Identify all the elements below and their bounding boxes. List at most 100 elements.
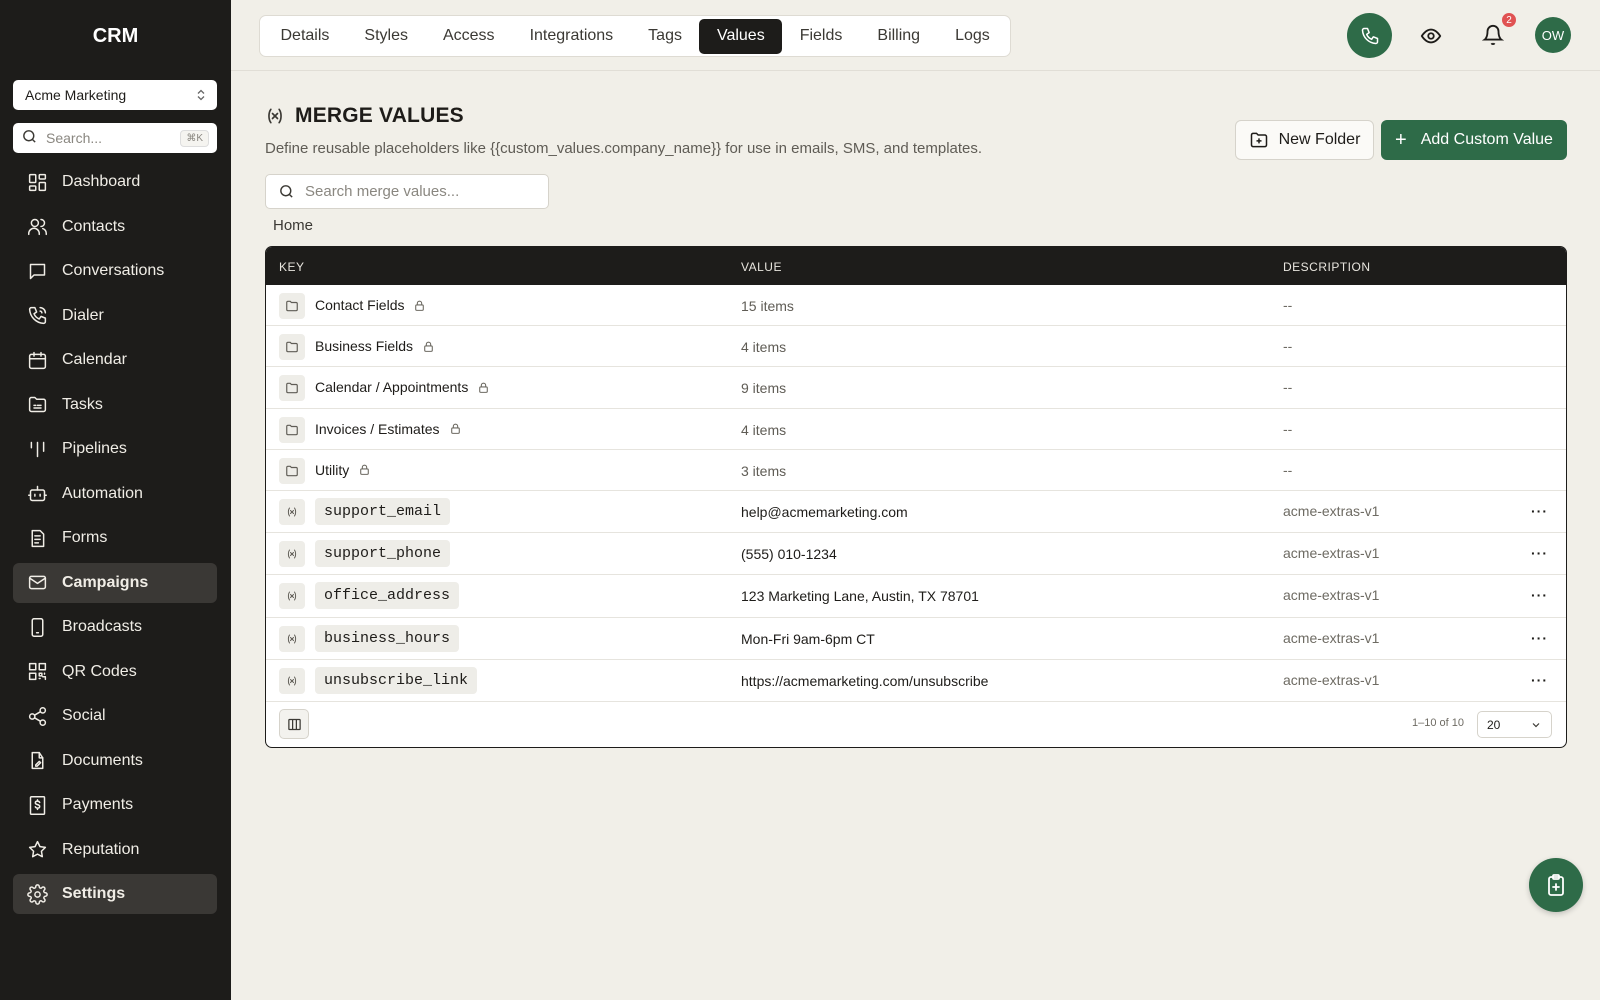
more-options-icon[interactable]: ··· <box>1531 503 1548 519</box>
column-toggle-button[interactable] <box>279 709 309 739</box>
forms-icon <box>26 527 48 549</box>
table-row[interactable]: Business Fields 4 items -- <box>266 326 1566 368</box>
sidebar-item-contacts[interactable]: Contacts <box>13 207 217 247</box>
column-header-description[interactable]: DESCRIPTION <box>1283 260 1371 274</box>
notifications-button[interactable] <box>1481 23 1505 47</box>
sidebar-item-label: Automation <box>62 484 143 502</box>
sidebar: CRM Acme Marketing Search... ⌘K Dashboar… <box>0 0 231 1000</box>
description: acme-extras-v1 <box>1283 502 1380 519</box>
table-header: KEY VALUE DESCRIPTION <box>266 247 1566 285</box>
table-row[interactable]: Calendar / Appointments 9 items -- <box>266 367 1566 409</box>
account-switcher[interactable]: Acme Marketing <box>13 80 217 110</box>
tab-access[interactable]: Access <box>425 19 512 54</box>
sidebar-item-social[interactable]: Social <box>13 696 217 736</box>
column-header-key[interactable]: KEY <box>279 260 305 274</box>
breadcrumb[interactable]: Home <box>273 217 313 234</box>
sidebar-item-label: Conversations <box>62 262 165 279</box>
tab-integrations[interactable]: Integrations <box>512 19 631 54</box>
settings-tabs: Details Styles Access Integrations Tags … <box>259 15 1012 57</box>
sidebar-item-dashboard[interactable]: Dashboard <box>13 162 217 202</box>
table-row[interactable]: Contact Fields 15 items -- <box>266 285 1566 327</box>
folder-plus-icon <box>1250 132 1267 148</box>
search-icon <box>280 185 293 198</box>
value-text: (555) 010-1234 <box>741 546 837 563</box>
star-icon <box>26 839 48 861</box>
add-custom-value-button[interactable]: + Add Custom Value <box>1381 120 1567 160</box>
value-text: Mon-Fri 9am-6pm CT <box>741 630 875 647</box>
sidebar-item-label: Dialer <box>62 306 104 324</box>
value-text: help@acmemarketing.com <box>741 503 908 520</box>
tab-styles[interactable]: Styles <box>347 19 426 54</box>
value-text: 123 Marketing Lane, Austin, TX 78701 <box>741 588 979 605</box>
item-count: 9 items <box>741 380 787 397</box>
sidebar-item-pipelines[interactable]: Pipelines <box>13 429 217 469</box>
table-row[interactable]: Utility 3 items -- <box>266 450 1566 491</box>
folder-name: Business Fields <box>315 338 435 354</box>
avatar[interactable]: OW <box>1535 17 1571 53</box>
value-key: business_hours <box>315 624 460 652</box>
value-key: office_address <box>315 582 460 610</box>
sidebar-search-placeholder: Search... <box>46 130 103 146</box>
page-subtitle: Define reusable placeholders like {{cust… <box>265 140 983 157</box>
table-row[interactable]: support_email help@acmemarketing.com acm… <box>266 491 1566 534</box>
sidebar-item-label: Pipelines <box>62 440 127 457</box>
description: -- <box>1283 420 1293 437</box>
folder-name: Calendar / Appointments <box>315 379 490 395</box>
more-options-icon[interactable]: ··· <box>1531 630 1548 646</box>
more-options-icon[interactable]: ··· <box>1531 587 1548 603</box>
sidebar-item-dialer[interactable]: Dialer <box>13 296 217 336</box>
new-folder-button[interactable]: New Folder <box>1235 120 1374 160</box>
clipboard-action-button[interactable] <box>1529 858 1583 912</box>
sidebar-item-label: Social <box>62 707 106 724</box>
preview-button[interactable] <box>1419 24 1443 48</box>
sidebar-item-broadcasts[interactable]: Broadcasts <box>13 607 217 647</box>
account-name: Acme Marketing <box>25 87 127 103</box>
sidebar-item-tasks[interactable]: Tasks <box>13 385 217 425</box>
folder-name-text: Invoices / Estimates <box>315 420 440 437</box>
merge-values-table: KEY VALUE DESCRIPTION Contact Fields 15 … <box>265 246 1567 748</box>
tab-tags[interactable]: Tags <box>631 19 700 54</box>
dashboard-icon <box>26 171 48 193</box>
sidebar-item-reputation[interactable]: Reputation <box>13 830 217 870</box>
sidebar-item-label: QR Codes <box>62 662 137 680</box>
sidebar-item-campaigns[interactable]: Campaigns <box>13 562 217 603</box>
sidebar-item-qr-codes[interactable]: QR Codes <box>13 652 217 692</box>
more-options-icon[interactable]: ··· <box>1531 672 1548 688</box>
item-count: 15 items <box>741 298 794 314</box>
table-row[interactable]: office_address 123 Marketing Lane, Austi… <box>266 575 1566 618</box>
share-icon <box>26 705 48 727</box>
table-row[interactable]: business_hours Mon-Fri 9am-6pm CT acme-e… <box>266 618 1566 660</box>
sidebar-item-documents[interactable]: Documents <box>13 741 217 781</box>
folder-icon <box>279 457 305 484</box>
description: -- <box>1283 461 1293 478</box>
folder-name-text: Utility <box>315 461 350 478</box>
sidebar-item-automation[interactable]: Automation <box>13 474 217 514</box>
gear-icon <box>26 883 48 905</box>
sidebar-item-conversations[interactable]: Conversations <box>13 251 217 291</box>
chevron-down-icon <box>1532 722 1540 727</box>
column-header-value[interactable]: VALUE <box>741 260 782 274</box>
folder-name-text: Calendar / Appointments <box>315 379 469 396</box>
columns-icon <box>287 718 301 730</box>
folder-name: Contact Fields <box>315 297 426 313</box>
sidebar-search[interactable]: Search... ⌘K <box>13 123 217 153</box>
tab-details[interactable]: Details <box>263 19 347 54</box>
tab-values[interactable]: Values <box>699 18 783 54</box>
call-button[interactable] <box>1347 13 1392 58</box>
search-input[interactable] <box>305 183 525 200</box>
tab-fields[interactable]: Fields <box>782 19 860 54</box>
tab-billing[interactable]: Billing <box>860 19 938 54</box>
sidebar-item-calendar[interactable]: Calendar <box>13 340 217 380</box>
more-options-icon[interactable]: ··· <box>1531 545 1548 561</box>
sidebar-item-forms[interactable]: Forms <box>13 518 217 558</box>
tab-logs[interactable]: Logs <box>938 19 1008 54</box>
table-row[interactable]: Invoices / Estimates 4 items -- <box>266 409 1566 450</box>
sidebar-item-payments[interactable]: Payments <box>13 785 217 825</box>
folder-name-text: Contact Fields <box>315 297 405 313</box>
page-size-select[interactable]: 20 <box>1477 711 1552 738</box>
table-row[interactable]: unsubscribe_link https://acmemarketing.c… <box>266 660 1566 702</box>
table-row[interactable]: support_phone (555) 010-1234 acme-extras… <box>266 533 1566 576</box>
value-key: support_email <box>315 497 451 525</box>
sidebar-item-settings[interactable]: Settings <box>13 874 217 914</box>
bell-icon <box>1482 25 1504 46</box>
